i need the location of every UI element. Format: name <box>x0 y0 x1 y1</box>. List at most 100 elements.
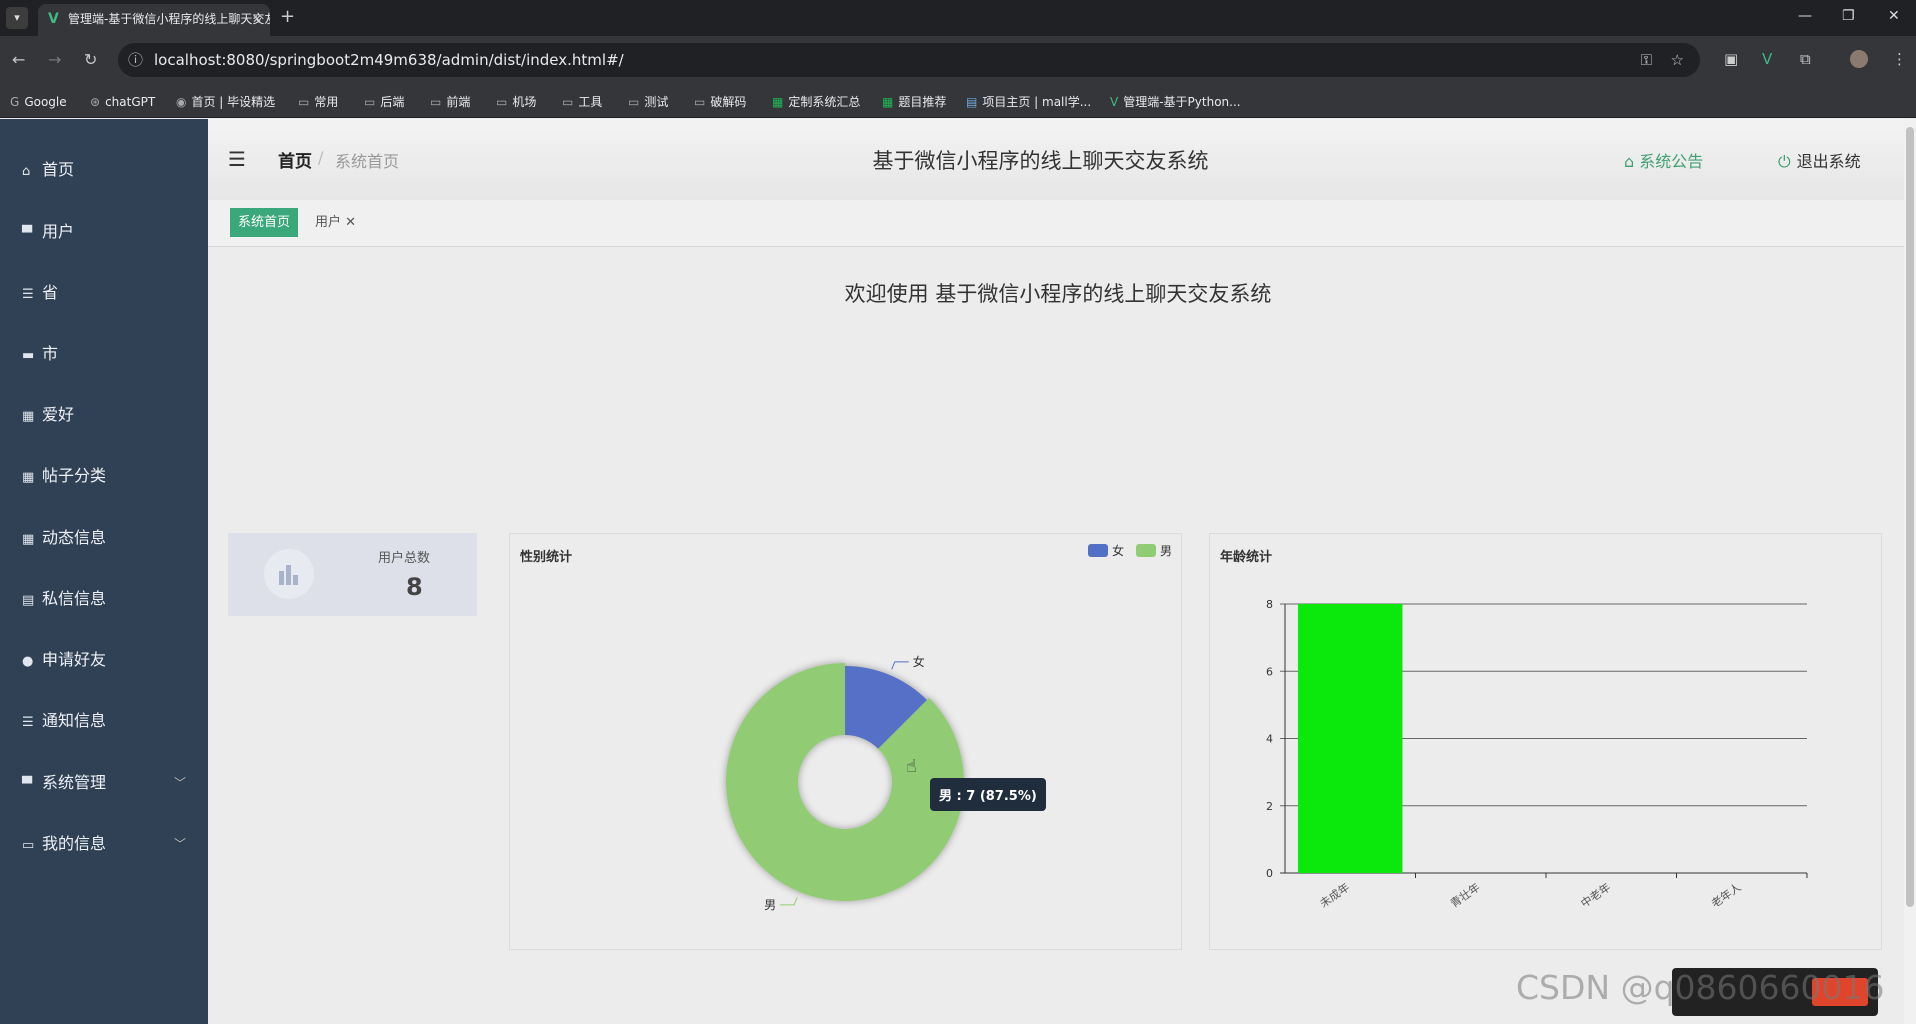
tab-close-icon[interactable]: ✕ <box>252 4 262 34</box>
star-icon[interactable]: ☆ <box>1671 43 1684 77</box>
age-chart-panel: 年龄统计 未成年 青壮年 中老年 老年人 02468 <box>1209 533 1882 950</box>
bookmark-label: 前端 <box>446 95 471 109</box>
sidebar-item-system[interactable]: ▀ 系统管理 ﹀ <box>0 763 208 803</box>
bookmark-item[interactable]: ▦ 题目推荐 <box>882 86 946 118</box>
person-icon: ● <box>22 654 34 669</box>
folder-icon: ▭ <box>298 95 310 109</box>
chatgpt-icon: ⊛ <box>90 95 101 109</box>
sidebar-item-my-info[interactable]: ▭ 我的信息 ﹀ <box>0 824 208 864</box>
sidebar-item-city[interactable]: ▬ 市 <box>0 334 208 374</box>
pie-slice-label: 男 <box>764 898 776 912</box>
browser-tab[interactable]: V 管理端-基于微信小程序的线上聊天交友系统 ✕ <box>38 4 270 36</box>
address-row: ← → ↻ ⓘ localhost:8080/springboot2m49m63… <box>0 36 1916 86</box>
bookmark-folder[interactable]: ▭ 常用 <box>298 86 338 118</box>
sidebar-item-friend-request[interactable]: ● 申请好友 <box>0 640 208 680</box>
sidebar-item-home[interactable]: ⌂ 首页 <box>0 150 208 190</box>
tag-user[interactable]: 用户 ✕ <box>315 208 356 237</box>
y-tick-label: 2 <box>1266 800 1273 813</box>
puzzle-icon[interactable]: ⧉ <box>1800 50 1811 68</box>
sliders-icon: ☰ <box>22 287 34 302</box>
sidebar-item-hobby[interactable]: ▦ 爱好 <box>0 395 208 435</box>
sidebar-item-label: 动态信息 <box>42 528 107 547</box>
logout-button[interactable]: ⏻ 退出系统 <box>1778 148 1861 172</box>
bookmark-item[interactable]: ⊛ chatGPT <box>90 86 155 118</box>
notice-icon: ⌂ <box>1624 152 1640 171</box>
tag-home[interactable]: 系统首页 <box>230 208 299 237</box>
bookmark-item[interactable]: G Google <box>10 86 67 118</box>
minimize-icon[interactable]: — <box>1798 8 1812 24</box>
notice-label: 系统公告 <box>1639 152 1704 171</box>
bookmark-label: 项目主页 | mall学... <box>982 95 1092 109</box>
folder-icon: ▭ <box>496 95 508 109</box>
y-tick-label: 4 <box>1266 733 1273 746</box>
welcome-text: 欢迎使用 基于微信小程序的线上聊天交友系统 <box>844 282 1272 306</box>
notice-button[interactable]: ⌂ 系统公告 <box>1624 148 1703 172</box>
forward-icon[interactable]: → <box>48 50 61 69</box>
sheet-icon: ▦ <box>772 95 784 109</box>
restore-icon[interactable]: ❐ <box>1842 8 1855 24</box>
pie-slice-label: 女 <box>913 654 925 669</box>
bookmark-item[interactable]: ◉ 首页 | 毕设精选 <box>176 86 275 118</box>
tag-label: 用户 <box>315 215 342 230</box>
site-info-icon[interactable]: ⓘ <box>128 43 143 77</box>
grid-icon: ▦ <box>22 470 35 485</box>
scroll-thumb[interactable] <box>1906 127 1914 907</box>
bookmark-folder[interactable]: ▭ 前端 <box>430 86 470 118</box>
profile-avatar[interactable] <box>1850 50 1868 68</box>
bookmark-item[interactable]: V 管理端-基于Python... <box>1110 86 1241 118</box>
grid-icon: ▦ <box>22 409 35 424</box>
bookmark-folder[interactable]: ▭ 后端 <box>364 86 404 118</box>
sidebar-item-label: 首页 <box>42 160 75 179</box>
chevron-down-icon: ﹀ <box>173 837 186 851</box>
pie-label-line <box>891 661 909 670</box>
sidebar-item-private-message[interactable]: ▤ 私信信息 <box>0 579 208 619</box>
monitor-icon: ▀ <box>22 777 32 792</box>
folder-icon: ▭ <box>562 95 574 109</box>
tag-close-icon[interactable]: ✕ <box>341 215 356 230</box>
power-icon: ⏻ <box>1778 152 1791 171</box>
bookmark-folder[interactable]: ▭ 测试 <box>628 86 668 118</box>
vue-devtools-icon[interactable]: V <box>1762 50 1772 68</box>
bookmark-label: 机场 <box>512 95 537 109</box>
address-bar[interactable]: ⓘ localhost:8080/springboot2m49m638/admi… <box>118 43 1700 77</box>
bookmark-item[interactable]: ▦ 定制系统汇总 <box>772 86 860 118</box>
key-icon[interactable]: ⚿ <box>1641 43 1652 77</box>
folder-icon: ▭ <box>430 95 442 109</box>
more-menu-icon[interactable]: ⋮ <box>1892 50 1907 68</box>
bookmark-folder[interactable]: ▭ 破解码 <box>694 86 746 118</box>
bookmark-folder[interactable]: ▭ 工具 <box>562 86 602 118</box>
page-scrollbar[interactable] <box>1904 119 1916 1024</box>
reload-icon[interactable]: ↻ <box>84 50 97 69</box>
back-icon[interactable]: ← <box>12 50 25 69</box>
tab-list-button[interactable]: ▾ <box>6 7 28 29</box>
vue-favicon-icon: V <box>48 11 59 27</box>
age-bar-chart: 未成年 青壮年 中老年 老年人 0 2 4 6 8 <box>1266 598 1808 910</box>
user-total-label: 用户总数 <box>378 551 431 566</box>
sidebar-item-province[interactable]: ☰ 省 <box>0 273 208 313</box>
pie-tooltip: 男 : 7 (87.5%) <box>930 778 1046 811</box>
bookmark-folder[interactable]: ▭ 机场 <box>496 86 536 118</box>
csdn-watermark: CSDN @q0860660016 <box>1516 968 1885 1007</box>
bookmark-label: 破解码 <box>710 95 747 109</box>
sidebar-item-notification[interactable]: ☰ 通知信息 <box>0 701 208 741</box>
close-window-icon[interactable]: ✕ <box>1888 8 1900 24</box>
bookmark-label: 后端 <box>380 95 405 109</box>
x-tick-label: 老年人 <box>1708 880 1743 910</box>
user-total-card: 用户总数 8 <box>228 533 477 616</box>
sidebar-item-label: 市 <box>42 344 59 363</box>
new-tab-button[interactable]: + <box>280 6 295 27</box>
sidebar-item-feed[interactable]: ▦ 动态信息 <box>0 518 208 558</box>
vue-icon: V <box>1110 95 1119 109</box>
bookmark-label: 工具 <box>578 95 603 109</box>
sheet-icon: ▦ <box>882 95 894 109</box>
y-tick-label: 8 <box>1266 598 1273 611</box>
list-icon: ☰ <box>22 715 34 730</box>
bookmark-item[interactable]: ▤ 项目主页 | mall学... <box>966 86 1091 118</box>
extension-icon[interactable]: ▣ <box>1724 50 1738 68</box>
sidebar-item-post-category[interactable]: ▦ 帖子分类 <box>0 456 208 496</box>
y-tick-label: 0 <box>1266 867 1273 880</box>
grid-icon: ▦ <box>22 532 35 547</box>
sidebar-item-user[interactable]: ▀ 用户 <box>0 212 208 252</box>
bookmark-label: 常用 <box>314 95 339 109</box>
google-icon: G <box>10 95 20 109</box>
